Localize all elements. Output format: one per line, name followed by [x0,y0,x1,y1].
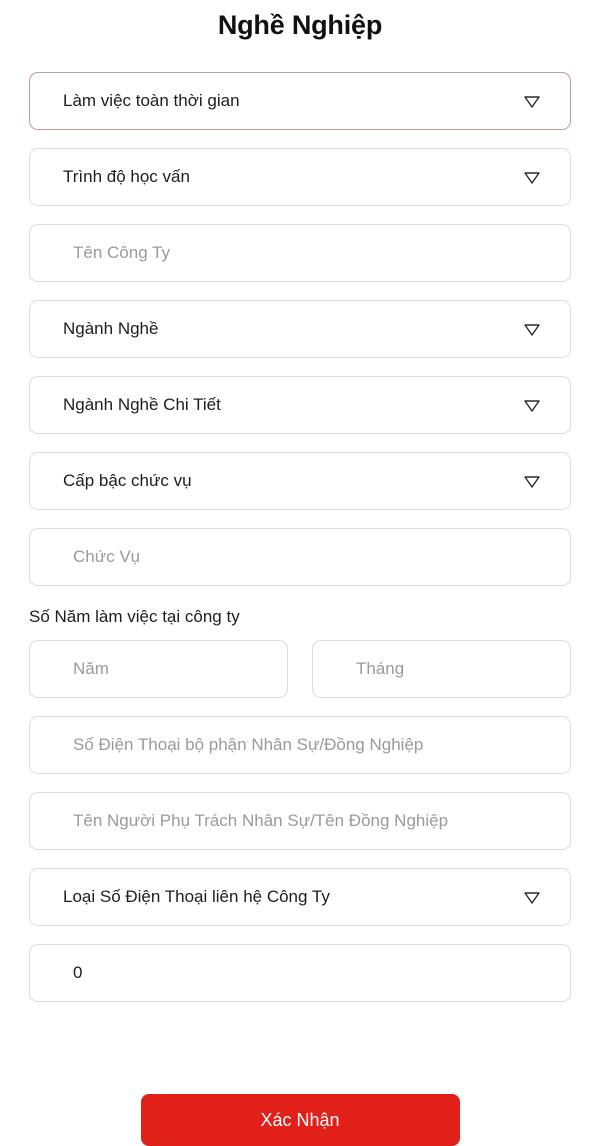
job-title-field[interactable]: Chức Vụ [29,528,571,586]
industry-detail-select[interactable]: Ngành Nghề Chi Tiết [29,376,571,434]
field-row-industry: Ngành Nghề [29,300,571,358]
company-name-field[interactable]: Tên Công Ty [29,224,571,282]
employment-type-value: Làm việc toàn thời gian [63,91,240,110]
confirm-button[interactable]: Xác Nhận [140,1094,460,1146]
tenure-months-field[interactable]: Tháng [312,640,571,698]
hr-contact-name-field[interactable]: Tên Người Phụ Trách Nhân Sự/Tên Đồng Ngh… [29,792,571,850]
position-level-value: Cấp bậc chức vụ [63,471,192,490]
company-phone-number-value: 0 [73,963,83,982]
industry-value: Ngành Nghề [63,319,159,338]
position-level-select[interactable]: Cấp bậc chức vụ [29,452,571,510]
occupation-form-page: Nghề Nghiệp Làm việc toàn thời gian Trìn… [0,0,600,1146]
field-row-company-phone-number: 0 [29,944,571,1002]
chevron-down-icon [521,166,543,188]
field-row-company-phone-type: Loại Số Điện Thoại liên hệ Công Ty [29,868,571,926]
hr-contact-name-placeholder: Tên Người Phụ Trách Nhân Sự/Tên Đồng Ngh… [73,811,449,830]
education-level-select[interactable]: Trình độ học vấn [29,148,571,206]
field-row-position-level: Cấp bậc chức vụ [29,452,571,510]
tenure-years-field[interactable]: Năm [29,640,288,698]
job-title-placeholder: Chức Vụ [73,547,141,566]
tenure-years-placeholder: Năm [73,659,109,678]
tenure-months-placeholder: Tháng [356,659,405,678]
tenure-row: Năm Tháng [29,640,571,698]
company-phone-type-select[interactable]: Loại Số Điện Thoại liên hệ Công Ty [29,868,571,926]
hr-phone-placeholder: Số Điện Thoại bộ phận Nhân Sự/Đồng Nghiệ… [73,735,424,754]
industry-detail-value: Ngành Nghề Chi Tiết [63,395,221,414]
hr-phone-field[interactable]: Số Điện Thoại bộ phận Nhân Sự/Đồng Nghiệ… [29,716,571,774]
field-row-hr-phone: Số Điện Thoại bộ phận Nhân Sự/Đồng Nghiệ… [29,716,571,774]
chevron-down-icon [521,886,543,908]
education-level-value: Trình độ học vấn [63,167,190,186]
chevron-down-icon [521,394,543,416]
field-row-hr-contact-name: Tên Người Phụ Trách Nhân Sự/Tên Đồng Ngh… [29,792,571,850]
page-title: Nghề Nghiệp [217,10,383,40]
chevron-down-icon [521,470,543,492]
company-phone-type-value: Loại Số Điện Thoại liên hệ Công Ty [63,887,330,906]
company-phone-number-field[interactable]: 0 [29,944,571,1002]
industry-select[interactable]: Ngành Nghề [29,300,571,358]
company-name-placeholder: Tên Công Ty [73,243,171,262]
footer-bar: Xác Nhận [0,1065,600,1146]
field-row-employment-type: Làm việc toàn thời gian [29,72,571,130]
occupation-form: Làm việc toàn thời gian Trình độ học vấn [0,72,600,1002]
field-row-industry-detail: Ngành Nghề Chi Tiết [29,376,571,434]
field-row-education-level: Trình độ học vấn [29,148,571,206]
chevron-down-icon [521,90,543,112]
employment-type-select[interactable]: Làm việc toàn thời gian [29,72,571,130]
chevron-down-icon [521,318,543,340]
field-row-job-title: Chức Vụ [29,528,571,586]
field-row-company-name: Tên Công Ty [29,224,571,282]
tenure-label: Số Năm làm việc tại công ty [29,607,240,626]
